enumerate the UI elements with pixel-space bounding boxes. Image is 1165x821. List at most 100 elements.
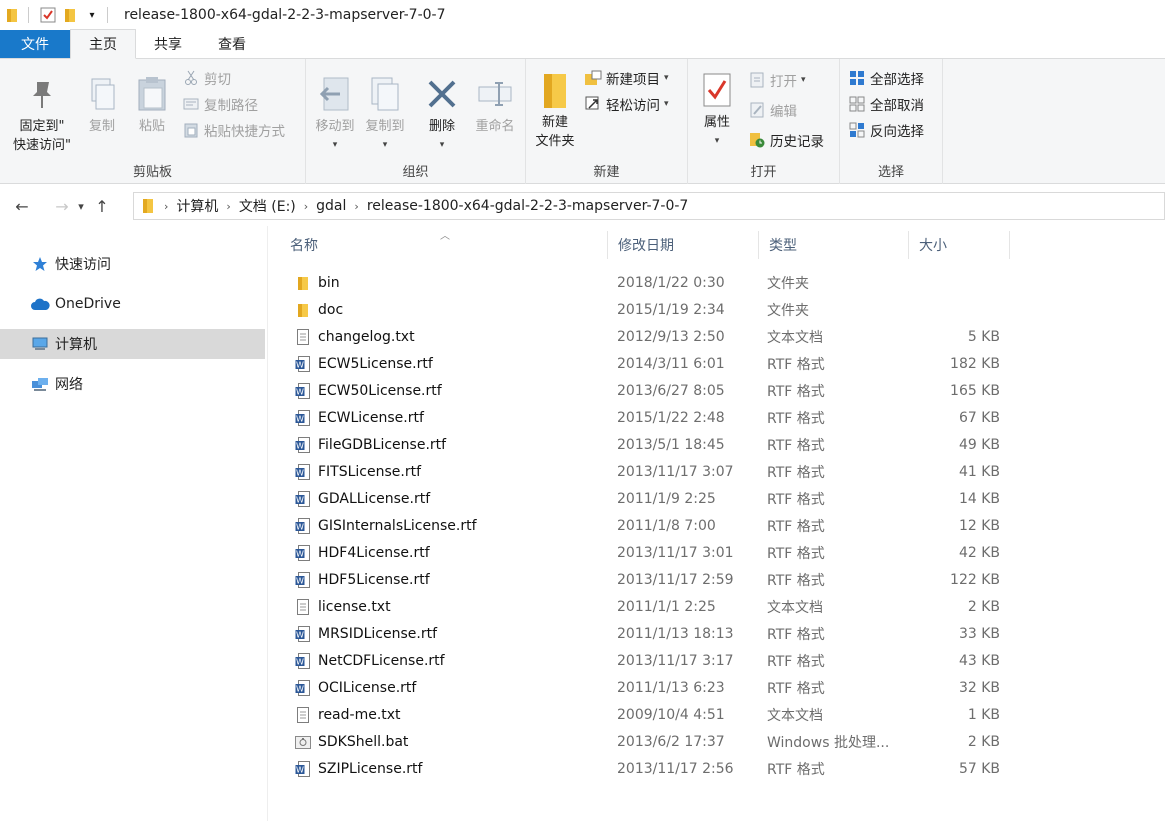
sidebar-item-network[interactable]: 网络 <box>0 369 265 399</box>
sidebar-item-onedrive[interactable]: OneDrive <box>0 289 265 319</box>
table-row[interactable]: W GDALLicense.rtf 2011/1/9 2:25 RTF 格式 14 KB <box>280 485 1010 512</box>
table-row[interactable]: doc 2015/1/19 2:34 文件夹 <box>280 296 1010 323</box>
file-type: 文件夹 <box>767 302 809 319</box>
recent-locations-chevron-icon[interactable]: ▾ <box>74 200 88 213</box>
up-arrow-icon[interactable]: ↑ <box>90 197 114 216</box>
table-row[interactable]: W GISInternalsLicense.rtf 2011/1/8 7:00 RTF… <box>280 512 1010 539</box>
table-row[interactable]: read-me.txt 2009/10/4 4:51 文本文档 1 KB <box>280 701 1010 728</box>
table-row[interactable]: SDKShell.bat 2013/6/2 17:37 Windows 批处理...… <box>280 728 1010 755</box>
file-size: 165 KB <box>950 382 1000 399</box>
chevron-right-icon[interactable]: › <box>304 200 308 213</box>
copy-path-button[interactable]: 复制路径 <box>182 93 258 115</box>
back-arrow-icon[interactable]: ← <box>10 197 34 216</box>
copy-to-button[interactable]: 复制到 ▾ <box>360 73 410 155</box>
table-row[interactable]: W ECW50License.rtf 2013/6/27 8:05 RTF 格式 165… <box>280 377 1010 404</box>
easy-access-icon <box>584 95 602 113</box>
select-all-button[interactable]: 全部选择 <box>848 67 924 89</box>
separator <box>28 7 29 23</box>
table-row[interactable]: W MRSIDLicense.rtf 2011/1/13 18:13 RTF 格式 33… <box>280 620 1010 647</box>
table-row[interactable]: changelog.txt 2012/9/13 2:50 文本文档 5 KB <box>280 323 1010 350</box>
sidebar-item-label: OneDrive <box>55 296 121 312</box>
breadcrumb-computer[interactable]: 计算机 <box>176 196 218 216</box>
paste-button[interactable]: 粘贴 <box>128 73 176 136</box>
move-to-label: 移动到 <box>315 119 355 134</box>
file-date: 2009/10/4 4:51 <box>617 706 725 723</box>
table-row[interactable]: W OCILicense.rtf 2011/1/13 6:23 RTF 格式 32 KB <box>280 674 1010 701</box>
paste-shortcut-button[interactable]: 粘贴快捷方式 <box>182 119 285 141</box>
table-row[interactable]: W ECWLicense.rtf 2015/1/22 2:48 RTF 格式 67 KB <box>280 404 1010 431</box>
new-folder-button[interactable]: 新建 文件夹 <box>532 69 578 151</box>
delete-label: 删除 <box>428 119 455 134</box>
edit-button[interactable]: 编辑 <box>748 99 797 121</box>
table-row[interactable]: W HDF5License.rtf 2013/11/17 2:59 RTF 格式 122… <box>280 566 1010 593</box>
table-row[interactable]: W FITSLicense.rtf 2013/11/17 3:07 RTF 格式 41 … <box>280 458 1010 485</box>
move-to-button[interactable]: 移动到 ▾ <box>310 73 360 155</box>
table-row[interactable]: W SZIPLicense.rtf 2013/11/17 2:56 RTF 格式 57 … <box>280 755 1010 782</box>
computer-icon <box>30 335 50 353</box>
paste-shortcut-label: 粘贴快捷方式 <box>204 124 285 140</box>
chevron-right-icon[interactable]: › <box>354 200 358 213</box>
tab-view[interactable]: 查看 <box>200 30 264 58</box>
properties-icon[interactable] <box>39 6 57 24</box>
svg-text:W: W <box>296 549 304 558</box>
svg-text:W: W <box>296 441 304 450</box>
copy-to-icon <box>365 73 405 115</box>
table-row[interactable]: license.txt 2011/1/1 2:25 文本文档 2 KB <box>280 593 1010 620</box>
rename-button[interactable]: 重命名 <box>468 73 522 136</box>
chevron-right-icon[interactable]: › <box>164 200 168 213</box>
select-none-button[interactable]: 全部取消 <box>848 93 924 115</box>
cut-button[interactable]: 剪切 <box>182 67 231 89</box>
sidebar-item-computer[interactable]: 计算机 <box>0 329 265 359</box>
pin-label-1: 固定到" <box>19 119 65 134</box>
column-header-size[interactable]: 大小 <box>909 231 1010 259</box>
file-list: ︿ 名称 修改日期 类型 大小 bin 2018/1/22 0:30 文件夹 doc 2… <box>280 226 1165 821</box>
properties-button[interactable]: 属性 ▾ <box>694 69 740 151</box>
table-row[interactable]: W HDF4License.rtf 2013/11/17 3:01 RTF 格式 42 … <box>280 539 1010 566</box>
forward-arrow-icon[interactable]: → <box>50 197 74 216</box>
new-item-button[interactable]: 新建项目 ▾ <box>584 67 669 89</box>
column-header-date[interactable]: 修改日期 <box>608 231 759 259</box>
column-header-name[interactable]: 名称 <box>280 231 608 259</box>
svg-text:W: W <box>296 765 304 774</box>
tab-share[interactable]: 共享 <box>136 30 200 58</box>
new-folder-icon[interactable] <box>61 6 79 24</box>
address-bar[interactable]: › 计算机 › 文档 (E:) › gdal › release-1800-x6… <box>133 192 1165 220</box>
file-name-cell: W FITSLicense.rtf <box>294 463 421 481</box>
table-row[interactable]: bin 2018/1/22 0:30 文件夹 <box>280 269 1010 296</box>
chevron-down-icon: ▾ <box>664 99 669 109</box>
copy-button[interactable]: 复制 <box>80 73 124 136</box>
tab-file[interactable]: 文件 <box>0 30 70 58</box>
history-button[interactable]: 历史记录 <box>748 129 824 151</box>
paste-icon <box>132 73 172 115</box>
file-name-cell: license.txt <box>294 598 391 616</box>
invert-selection-button[interactable]: 反向选择 <box>848 119 924 141</box>
table-row[interactable]: W ECW5License.rtf 2014/3/11 6:01 RTF 格式 182 … <box>280 350 1010 377</box>
svg-text:W: W <box>296 387 304 396</box>
file-name: changelog.txt <box>318 328 415 345</box>
organize-group-label: 组织 <box>402 165 429 180</box>
easy-access-button[interactable]: 轻松访问 ▾ <box>584 93 669 115</box>
chevron-right-icon[interactable]: › <box>226 200 230 213</box>
pin-to-quick-access-button[interactable]: 固定到" 快速访问" <box>6 73 78 155</box>
column-header-type[interactable]: 类型 <box>759 231 909 259</box>
customize-dropdown-icon[interactable]: ▾ <box>83 6 101 24</box>
pin-icon <box>22 73 62 115</box>
file-name: GISInternalsLicense.rtf <box>318 517 477 534</box>
file-name: license.txt <box>318 598 391 615</box>
breadcrumb-current[interactable]: release-1800-x64-gdal-2-2-3-mapserver-7-… <box>367 198 689 214</box>
file-name-cell: W MRSIDLicense.rtf <box>294 625 437 643</box>
delete-button[interactable]: 删除 ▾ <box>418 73 466 155</box>
breadcrumb-drive[interactable]: 文档 (E:) <box>239 196 296 216</box>
table-row[interactable]: W FileGDBLicense.rtf 2013/5/1 18:45 RTF 格式 4… <box>280 431 1010 458</box>
table-row[interactable]: W NetCDFLicense.rtf 2013/11/17 3:17 RTF 格式 4… <box>280 647 1010 674</box>
edit-icon <box>748 101 766 119</box>
folder-icon[interactable] <box>4 6 22 24</box>
file-size: 2 KB <box>967 733 1000 750</box>
sidebar-item-quick-access[interactable]: 快速访问 <box>0 249 265 279</box>
rename-icon <box>475 73 515 115</box>
svg-text:W: W <box>296 495 304 504</box>
tab-home[interactable]: 主页 <box>70 29 136 59</box>
breadcrumb-gdal[interactable]: gdal <box>316 198 346 214</box>
open-button[interactable]: 打开 ▾ <box>748 69 806 91</box>
clipboard-group: 固定到" 快速访问" 复制 粘贴 剪切 复制路径 粘贴快捷方式 剪贴板 <box>0 59 306 184</box>
